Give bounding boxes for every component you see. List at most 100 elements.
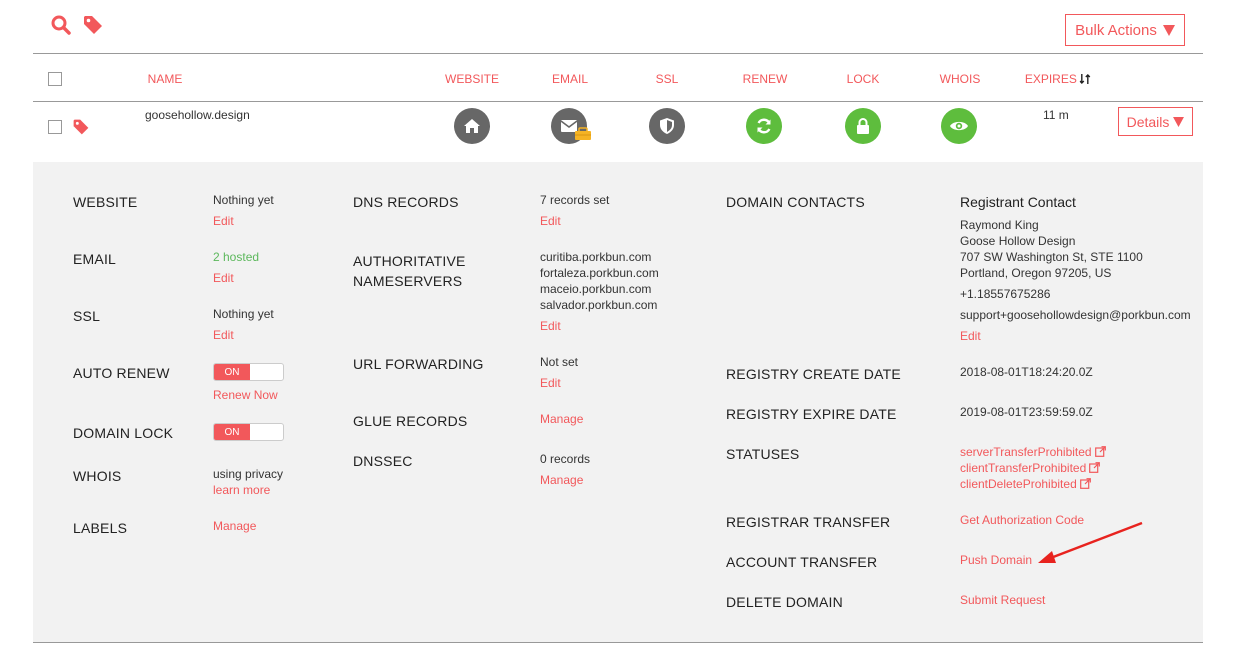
caret-down-icon <box>1173 116 1185 127</box>
submit-request-link[interactable]: Submit Request <box>960 592 1045 608</box>
email-edit-link[interactable]: Edit <box>213 270 234 286</box>
statuses-list: serverTransferProhibited clientTransferP… <box>960 444 1106 492</box>
annotation-arrow <box>1038 521 1143 563</box>
dns-records-label: DNS RECORDS <box>353 194 459 210</box>
column-header-website[interactable]: WEBSITE <box>445 72 499 86</box>
domain-lock-toggle[interactable]: ON <box>213 423 284 441</box>
renew-now-link[interactable]: Renew Now <box>213 387 278 403</box>
column-header-renew[interactable]: RENEW <box>743 72 788 86</box>
column-header-whois[interactable]: WHOIS <box>940 72 981 86</box>
column-header-expires-label: EXPIRES <box>1024 72 1077 86</box>
website-status-button[interactable] <box>454 108 490 144</box>
nameserver-item: maceio.porkbun.com <box>540 282 652 296</box>
select-all-checkbox[interactable] <box>48 72 62 86</box>
column-header-lock[interactable]: LOCK <box>847 72 880 86</box>
dns-records-value: 7 records set <box>540 193 610 207</box>
divider <box>33 53 1203 54</box>
status-text: serverTransferProhibited <box>960 445 1092 459</box>
contact-org: Goose Hollow Design <box>960 234 1076 248</box>
auto-renew-toggle[interactable]: ON <box>213 363 284 381</box>
eye-icon <box>950 121 968 131</box>
ssl-label: SSL <box>73 308 101 324</box>
dnssec-label: DNSSEC <box>353 453 413 469</box>
domain-lock-toggle-state: ON <box>214 424 250 440</box>
home-icon <box>464 119 480 133</box>
external-link-icon <box>1089 462 1101 473</box>
auto-renew-label: AUTO RENEW <box>73 365 170 381</box>
row-checkbox[interactable] <box>48 120 62 134</box>
registrant-contact-address: Raymond King Goose Hollow Design 707 SW … <box>960 217 1143 281</box>
registry-create-date-value: 2018-08-01T18:24:20.0Z <box>960 365 1093 379</box>
ssl-status-button[interactable] <box>649 108 685 144</box>
status-link[interactable]: clientDeleteProhibited <box>960 476 1106 492</box>
contacts-edit-link[interactable]: Edit <box>960 328 981 344</box>
whois-value: using privacy <box>213 467 284 481</box>
registry-create-date-label: REGISTRY CREATE DATE <box>726 366 901 382</box>
glue-records-label: GLUE RECORDS <box>353 413 468 429</box>
sort-icon <box>1079 74 1091 84</box>
contact-city: Portland, Oregon 97205, US <box>960 266 1112 280</box>
labels-label: LABELS <box>73 520 128 536</box>
column-header-name[interactable]: NAME <box>148 72 183 86</box>
glue-records-manage-link[interactable]: Manage <box>540 411 583 427</box>
url-forwarding-edit-link[interactable]: Edit <box>540 375 561 391</box>
nameserver-item: fortaleza.porkbun.com <box>540 266 659 280</box>
website-edit-link[interactable]: Edit <box>213 213 234 229</box>
domain-lock-label: DOMAIN LOCK <box>73 425 174 441</box>
tag-icon[interactable] <box>82 14 104 36</box>
registrar-transfer-label: REGISTRAR TRANSFER <box>726 514 891 530</box>
contact-name: Raymond King <box>960 218 1039 232</box>
expires-value: 11 m <box>1043 108 1069 122</box>
contact-phone: +1.18557675286 <box>960 287 1051 301</box>
email-value[interactable]: 2 hosted <box>213 249 259 265</box>
status-link[interactable]: clientTransferProhibited <box>960 460 1106 476</box>
nameservers-edit-link[interactable]: Edit <box>540 318 561 334</box>
registrant-contact-heading: Registrant Contact <box>960 194 1076 210</box>
column-header-ssl[interactable]: SSL <box>656 72 679 86</box>
nameservers-list: curitiba.porkbun.com fortaleza.porkbun.c… <box>540 249 659 313</box>
labels-manage-link[interactable]: Manage <box>213 518 256 534</box>
ssl-edit-link[interactable]: Edit <box>213 327 234 343</box>
lock-icon <box>857 118 869 134</box>
external-link-icon <box>1079 478 1091 489</box>
shield-icon <box>660 118 674 134</box>
dnssec-value: 0 records <box>540 452 591 466</box>
url-forwarding-label: URL FORWARDING <box>353 356 484 372</box>
whois-label: WHOIS <box>73 468 122 484</box>
row-tag-icon[interactable] <box>72 118 90 141</box>
delete-domain-label: DELETE DOMAIN <box>726 594 843 610</box>
bulk-actions-button[interactable]: Bulk Actions <box>1065 14 1185 46</box>
column-header-email[interactable]: EMAIL <box>552 72 588 86</box>
push-domain-link[interactable]: Push Domain <box>960 552 1032 568</box>
status-text: clientDeleteProhibited <box>960 477 1077 491</box>
details-label: Details <box>1126 113 1170 130</box>
account-transfer-label: ACCOUNT TRANSFER <box>726 554 878 570</box>
lock-status-button[interactable] <box>845 108 881 144</box>
nameservers-label-line1: AUTHORITATIVE <box>353 253 466 269</box>
contact-email: support+goosehollowdesign@porkbun.com <box>960 308 1191 322</box>
caret-down-icon <box>1162 24 1175 36</box>
bulk-actions-label: Bulk Actions <box>1075 21 1157 39</box>
registry-expire-date-value: 2019-08-01T23:59:59.0Z <box>960 405 1093 419</box>
status-link[interactable]: serverTransferProhibited <box>960 444 1106 460</box>
domain-name[interactable]: goosehollow.design <box>145 108 250 122</box>
dns-records-edit-link[interactable]: Edit <box>540 213 561 229</box>
column-header-expires[interactable]: EXPIRES <box>1025 72 1091 86</box>
dnssec-manage-link[interactable]: Manage <box>540 472 583 488</box>
ssl-value: Nothing yet <box>213 307 274 321</box>
renew-status-button[interactable] <box>746 108 782 144</box>
whois-status-button[interactable] <box>941 108 977 144</box>
url-forwarding-value: Not set <box>540 355 579 369</box>
nameserver-item: salvador.porkbun.com <box>540 298 658 312</box>
email-label: EMAIL <box>73 251 117 267</box>
website-label: WEBSITE <box>73 194 138 210</box>
website-value: Nothing yet <box>213 193 274 207</box>
email-hosted-badge-icon <box>574 127 592 146</box>
contact-street: 707 SW Washington St, STE 1100 <box>960 250 1143 264</box>
whois-learn-more-link[interactable]: learn more <box>213 482 270 498</box>
statuses-label: STATUSES <box>726 446 800 462</box>
details-button[interactable]: Details <box>1118 107 1193 136</box>
refresh-icon <box>757 118 771 134</box>
registry-expire-date-label: REGISTRY EXPIRE DATE <box>726 406 897 422</box>
search-icon[interactable] <box>51 15 71 35</box>
